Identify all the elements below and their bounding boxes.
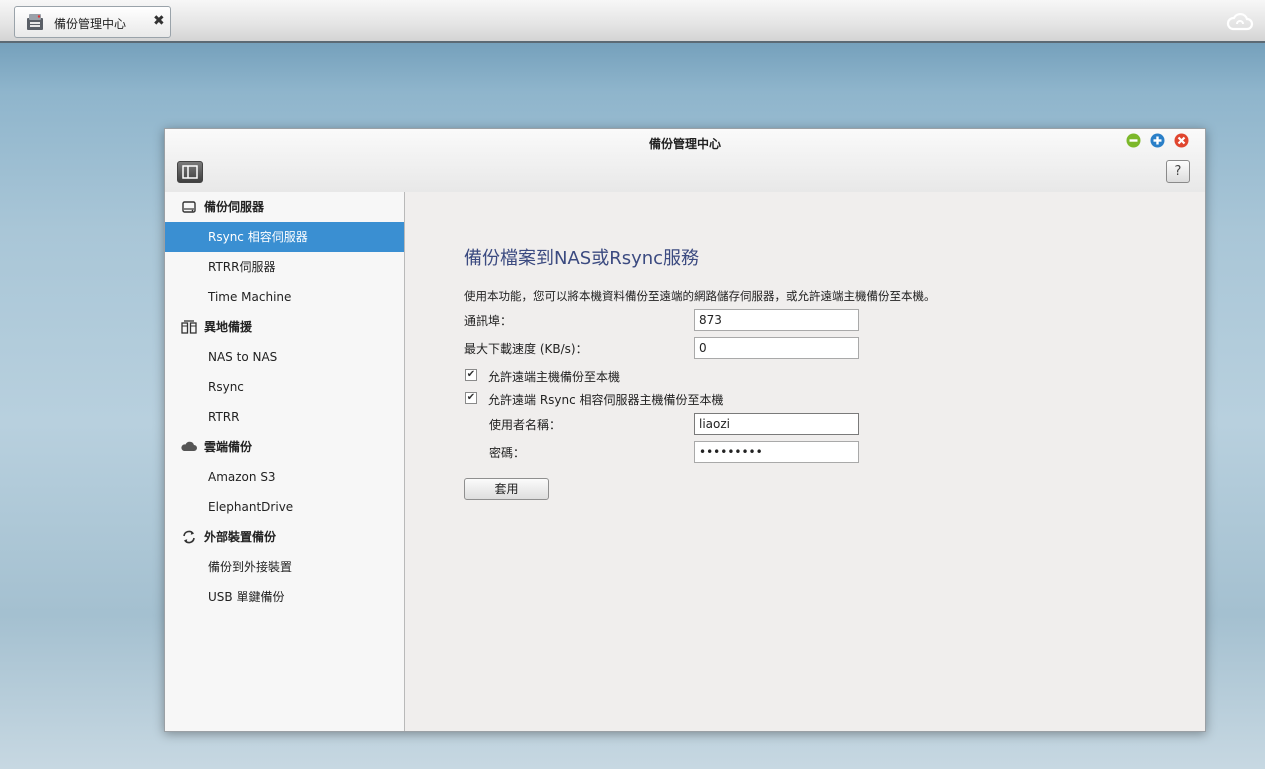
sidebar-group-label: 外部裝置備份 (204, 530, 277, 544)
sidebar-item-external-device[interactable]: 備份到外接裝置 (165, 552, 404, 582)
sidebar-item-rsync[interactable]: Rsync (165, 372, 404, 402)
maximize-icon[interactable] (1150, 133, 1165, 148)
sidebar-group-remote-replication: 異地備援 (165, 312, 404, 342)
allow-remote-backup-checkbox[interactable]: ✔ (465, 369, 477, 381)
max-download-speed-label: 最大下載速度 (KB/s)： (464, 342, 588, 356)
sidebar-group-backup-server: 備份伺服器 (165, 192, 404, 222)
username-input[interactable] (694, 413, 859, 435)
sidebar-group-label: 異地備援 (204, 320, 253, 334)
port-input[interactable] (694, 309, 859, 331)
window-titlebar[interactable]: 備份管理中心 ? (165, 129, 1205, 193)
sidebar-group-external-backup: 外部裝置備份 (165, 522, 404, 552)
window-title: 備份管理中心 (648, 137, 721, 151)
cloud-tray-icon[interactable] (1226, 10, 1254, 34)
help-button[interactable]: ? (1166, 160, 1190, 183)
server-icon (182, 201, 196, 213)
page-title: 備份檔案到NAS或Rsync服務 (464, 248, 700, 269)
close-icon[interactable] (1174, 133, 1189, 148)
page-description: 使用本功能，您可以將本機資料備份至遠端的網路儲存伺服器，或允許遠端主機備份至本機… (464, 289, 936, 303)
panel-layout-icon (182, 165, 198, 179)
allow-remote-backup-label: 允許遠端主機備份至本機 (488, 370, 621, 384)
cloud-icon (181, 441, 197, 451)
sidebar-item-rtrr[interactable]: RTRR (165, 402, 404, 432)
minimize-icon[interactable] (1126, 133, 1141, 148)
password-label: 密碼： (489, 446, 526, 460)
sidebar-item-nas-to-nas[interactable]: NAS to NAS (165, 342, 404, 372)
main-content: 備份檔案到NAS或Rsync服務 使用本功能，您可以將本機資料備份至遠端的網路儲… (405, 192, 1205, 731)
toggle-sidebar-button[interactable] (177, 161, 203, 183)
apply-button[interactable]: 套用 (464, 478, 549, 500)
taskbar-tab-backup-manager[interactable]: 備份管理中心 ✖ (14, 6, 171, 38)
sidebar-item-amazon-s3[interactable]: Amazon S3 (165, 462, 404, 492)
sidebar-group-label: 雲端備份 (204, 440, 253, 454)
backup-app-icon (27, 14, 43, 30)
sidebar-item-usb-one-touch[interactable]: USB 單鍵備份 (165, 582, 404, 612)
sidebar-group-cloud-backup: 雲端備份 (165, 432, 404, 462)
password-input[interactable] (694, 441, 859, 463)
allow-rsync-backup-label: 允許遠端 Rsync 相容伺服器主機備份至本機 (488, 393, 724, 407)
username-label: 使用者名稱： (489, 418, 562, 432)
allow-rsync-backup-checkbox[interactable]: ✔ (465, 392, 477, 404)
sidebar-item-time-machine[interactable]: Time Machine (165, 282, 404, 312)
taskbar: 備份管理中心 ✖ (0, 0, 1265, 43)
port-label: 通訊埠： (464, 314, 513, 328)
remote-backup-icon (181, 320, 197, 334)
taskbar-tab-label: 備份管理中心 (54, 17, 127, 31)
sidebar-item-elephantdrive[interactable]: ElephantDrive (165, 492, 404, 522)
backup-manager-window: 備份管理中心 ? 備份伺服器 Rsync 相容伺服器 RTRR伺服器 Time … (164, 128, 1206, 732)
sidebar-item-rtrr-server[interactable]: RTRR伺服器 (165, 252, 404, 282)
sync-arrows-icon (183, 530, 195, 544)
max-download-speed-input[interactable] (694, 337, 859, 359)
sidebar: 備份伺服器 Rsync 相容伺服器 RTRR伺服器 Time Machine 異… (165, 192, 405, 731)
sidebar-item-rsync-server[interactable]: Rsync 相容伺服器 (165, 222, 404, 252)
sidebar-group-label: 備份伺服器 (204, 200, 265, 214)
taskbar-tab-close-icon[interactable]: ✖ (153, 13, 165, 29)
